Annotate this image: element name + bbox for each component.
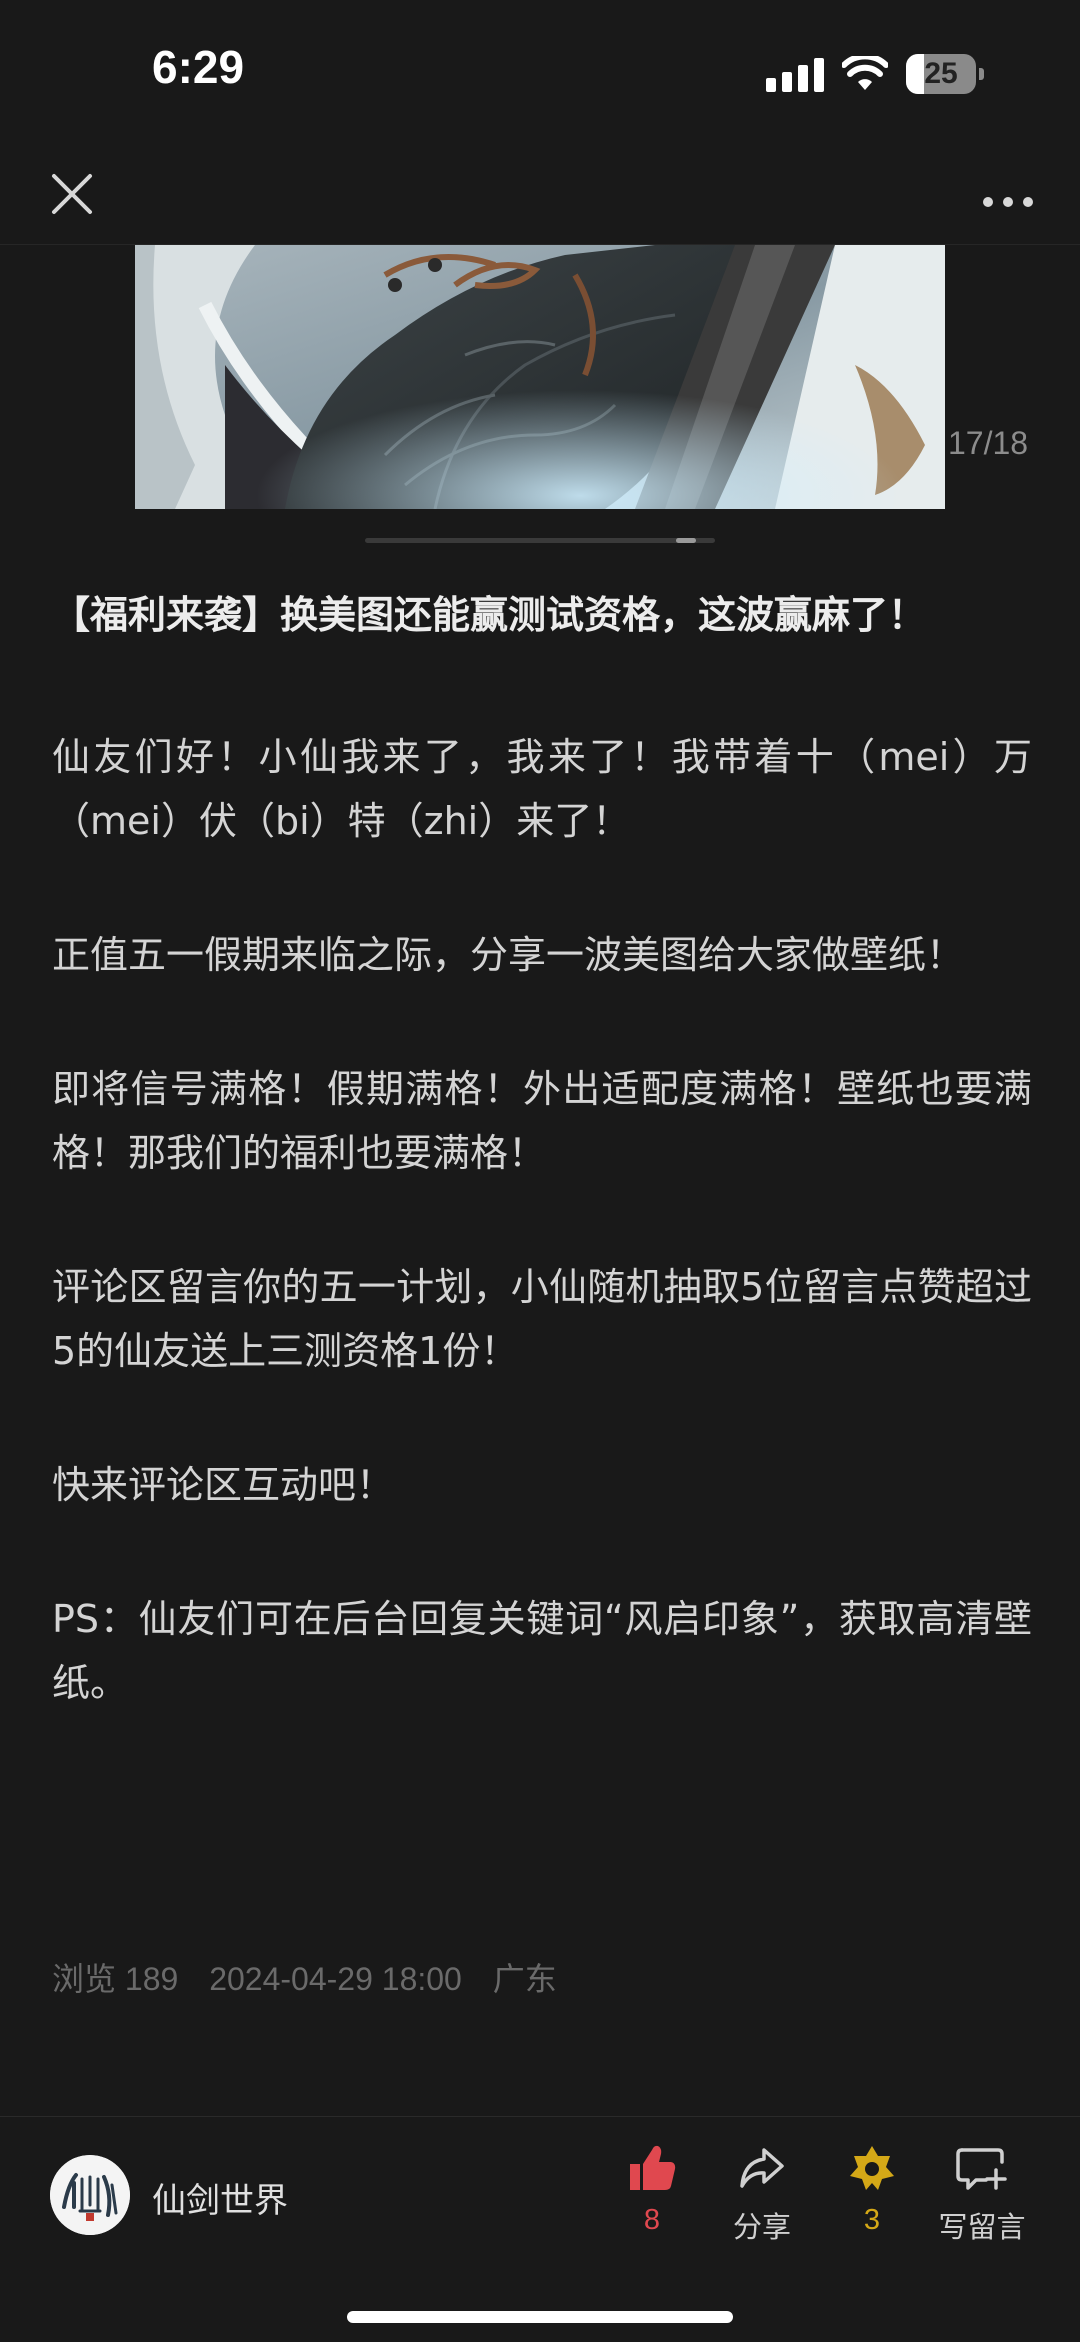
like-count: 8 xyxy=(643,2204,661,2236)
wifi-icon xyxy=(842,56,888,90)
publish-location: 广东 xyxy=(492,1961,557,1997)
article-paragraph: 正值五一假期来临之际，分享一波美图给大家做壁纸！ xyxy=(52,933,965,977)
bottom-action-bar: 仙剑世界 8 分享 3 写留言 xyxy=(0,2116,1080,2342)
article-meta: 浏览 189 2024-04-29 18:00 广东 xyxy=(52,1954,579,2000)
author-name[interactable]: 仙剑世界 xyxy=(152,2173,288,2222)
share-icon xyxy=(740,2148,784,2188)
share-label: 分享 xyxy=(732,2212,791,2244)
comment-add-icon xyxy=(956,2148,1007,2190)
favorite-star-icon xyxy=(850,2146,894,2190)
home-indicator[interactable] xyxy=(347,2311,733,2323)
article-title: 【福利来袭】换美图还能赢测试资格，这波赢麻了！ xyxy=(52,593,927,637)
carousel-image[interactable] xyxy=(135,245,945,509)
battery-level-text: 25 xyxy=(924,57,958,90)
signal-icon xyxy=(766,58,824,92)
view-count: 浏览 189 xyxy=(52,1961,179,1997)
favorite-count: 3 xyxy=(863,2204,881,2236)
article-paragraph: 仙友们好！小仙我来了，我来了！我带着十（mei）万（mei）伏（bi）特（zhi… xyxy=(52,735,1032,843)
carousel-progress-thumb xyxy=(675,538,696,543)
battery-body: 25 xyxy=(906,54,976,94)
nav-bar xyxy=(0,150,1080,245)
status-bar: 6:29 25 xyxy=(0,0,1080,150)
article-body: 仙友们好！小仙我来了，我来了！我带着十（mei）万（mei）伏（bi）特（zhi… xyxy=(52,725,1032,1785)
carousel-counter: 17/18 xyxy=(948,425,1029,461)
status-time: 6:29 xyxy=(152,41,245,93)
article-paragraph: PS：仙友们可在后台回复关键词“风启印象”，获取高清壁纸。 xyxy=(52,1597,1032,1705)
article-paragraph: 快来评论区互动吧！ xyxy=(52,1463,395,1507)
image-carousel[interactable]: 17/18 xyxy=(0,245,1080,545)
battery-icon: 25 xyxy=(906,54,986,94)
favorite-button[interactable]: 3 xyxy=(812,2142,932,2252)
thumbs-up-icon xyxy=(630,2145,676,2190)
carousel-photo xyxy=(135,245,945,509)
more-dots-icon[interactable] xyxy=(972,162,1044,226)
write-comment-label: 写留言 xyxy=(938,2212,1026,2244)
share-button[interactable]: 分享 xyxy=(702,2142,822,2252)
author-avatar[interactable] xyxy=(50,2155,130,2235)
author-logo-icon xyxy=(50,2155,130,2235)
article-paragraph: 即将信号满格！假期满格！外出适配度满格！壁纸也要满格！那我们的福利也要满格！ xyxy=(52,1067,1032,1175)
carousel-progress-track xyxy=(365,538,715,543)
like-button[interactable]: 8 xyxy=(592,2142,712,2252)
battery-cap xyxy=(979,68,984,80)
publish-datetime: 2024-04-29 18:00 xyxy=(209,1961,462,1997)
article-paragraph: 评论区留言你的五一计划，小仙随机抽取5位留言点赞超过5的仙友送上三测资格1份！ xyxy=(52,1265,1032,1373)
close-icon[interactable] xyxy=(40,162,104,226)
write-comment-button[interactable]: 写留言 xyxy=(922,2142,1042,2252)
